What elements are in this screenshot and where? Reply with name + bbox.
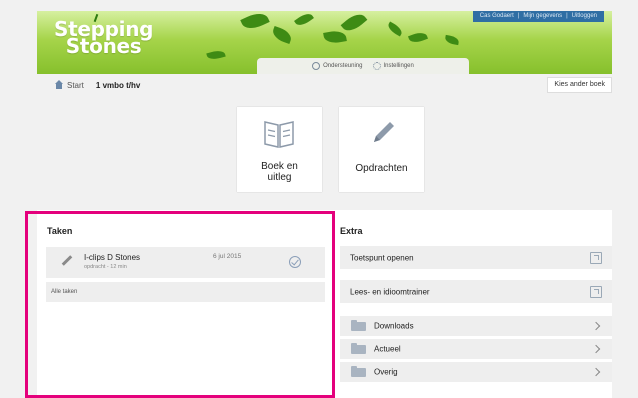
folder-icon	[351, 343, 366, 354]
home-icon[interactable]	[54, 80, 64, 90]
breadcrumb-start-link[interactable]: Start	[67, 81, 84, 90]
pencil-icon	[374, 122, 394, 142]
folder-label: Overig	[374, 367, 398, 377]
book-icon	[264, 121, 294, 148]
folder-overig[interactable]: Overig	[340, 362, 612, 382]
leaf-decoration	[386, 21, 404, 37]
choose-other-book-button[interactable]: Kies ander boek	[547, 77, 612, 93]
leaf-decoration	[270, 25, 294, 45]
logo-line2: Stones	[65, 34, 142, 58]
header-tabbar: Ondersteuning Instellingen	[257, 58, 469, 74]
header-banner: Stepping Stones Cas Godaert | Mijn gegev…	[37, 11, 612, 74]
extra-link-label: Toetspunt openen	[350, 253, 414, 262]
folder-downloads[interactable]: Downloads	[340, 316, 612, 336]
tab-settings-label: Instellingen	[383, 63, 414, 69]
external-link-icon	[590, 251, 602, 264]
extra-heading: Extra	[340, 226, 363, 236]
highlight-frame	[25, 211, 335, 398]
book-tile-line2: uitleg	[267, 172, 292, 183]
app-root: Stepping Stones Cas Godaert | Mijn gegev…	[0, 0, 638, 398]
book-tile-line1: Boek en	[261, 161, 298, 172]
breadcrumb: Start 1 vmbo t/hv Kies ander boek	[37, 74, 612, 96]
folder-icon	[351, 366, 366, 377]
leaf-decoration	[294, 11, 314, 29]
assignments-tile-label: Opdrachten	[355, 163, 408, 174]
chevron-right-icon	[591, 367, 601, 377]
tab-support-label: Ondersteuning	[323, 63, 363, 69]
folder-actueel[interactable]: Actueel	[340, 339, 612, 359]
extra-link-label: Lees- en idioomtrainer	[350, 287, 430, 296]
breadcrumb-current: 1 vmbo t/hv	[95, 80, 141, 90]
lifebuoy-icon	[312, 62, 321, 70]
tab-support[interactable]: Ondersteuning	[312, 62, 363, 70]
menu-separator: |	[517, 13, 520, 19]
chevron-right-icon	[591, 344, 601, 354]
stepping-stones-logo[interactable]: Stepping Stones	[54, 19, 153, 58]
extra-link-trainer[interactable]: Lees- en idioomtrainer	[340, 280, 612, 303]
user-menu: Cas Godaert | Mijn gegevens | Uitloggen	[472, 11, 604, 22]
extra-link-toetspunt[interactable]: Toetspunt openen	[340, 246, 612, 269]
leaf-decoration	[206, 48, 226, 62]
logout-link[interactable]: Uitloggen	[572, 11, 597, 22]
menu-separator: |	[566, 13, 568, 19]
leaf-decoration	[408, 30, 428, 45]
chevron-right-icon	[591, 321, 601, 331]
external-link-icon	[590, 285, 602, 298]
folder-label: Actueel	[374, 344, 401, 354]
tab-settings[interactable]: Instellingen	[372, 62, 414, 70]
user-name-link[interactable]: Cas Godaert	[480, 11, 514, 22]
leaf-decoration	[240, 11, 270, 33]
leaf-decoration	[340, 11, 368, 36]
leaf-decoration	[444, 34, 460, 46]
gear-icon	[372, 62, 381, 70]
folder-icon	[351, 320, 366, 331]
folder-label: Downloads	[374, 321, 414, 331]
assignments-tile[interactable]: Opdrachten	[339, 107, 424, 192]
leaf-decoration	[323, 29, 347, 45]
book-tile-label: Boek en uitleg	[237, 161, 322, 183]
book-tile[interactable]: Boek en uitleg	[237, 107, 322, 192]
my-data-link[interactable]: Mijn gegevens	[523, 11, 562, 22]
